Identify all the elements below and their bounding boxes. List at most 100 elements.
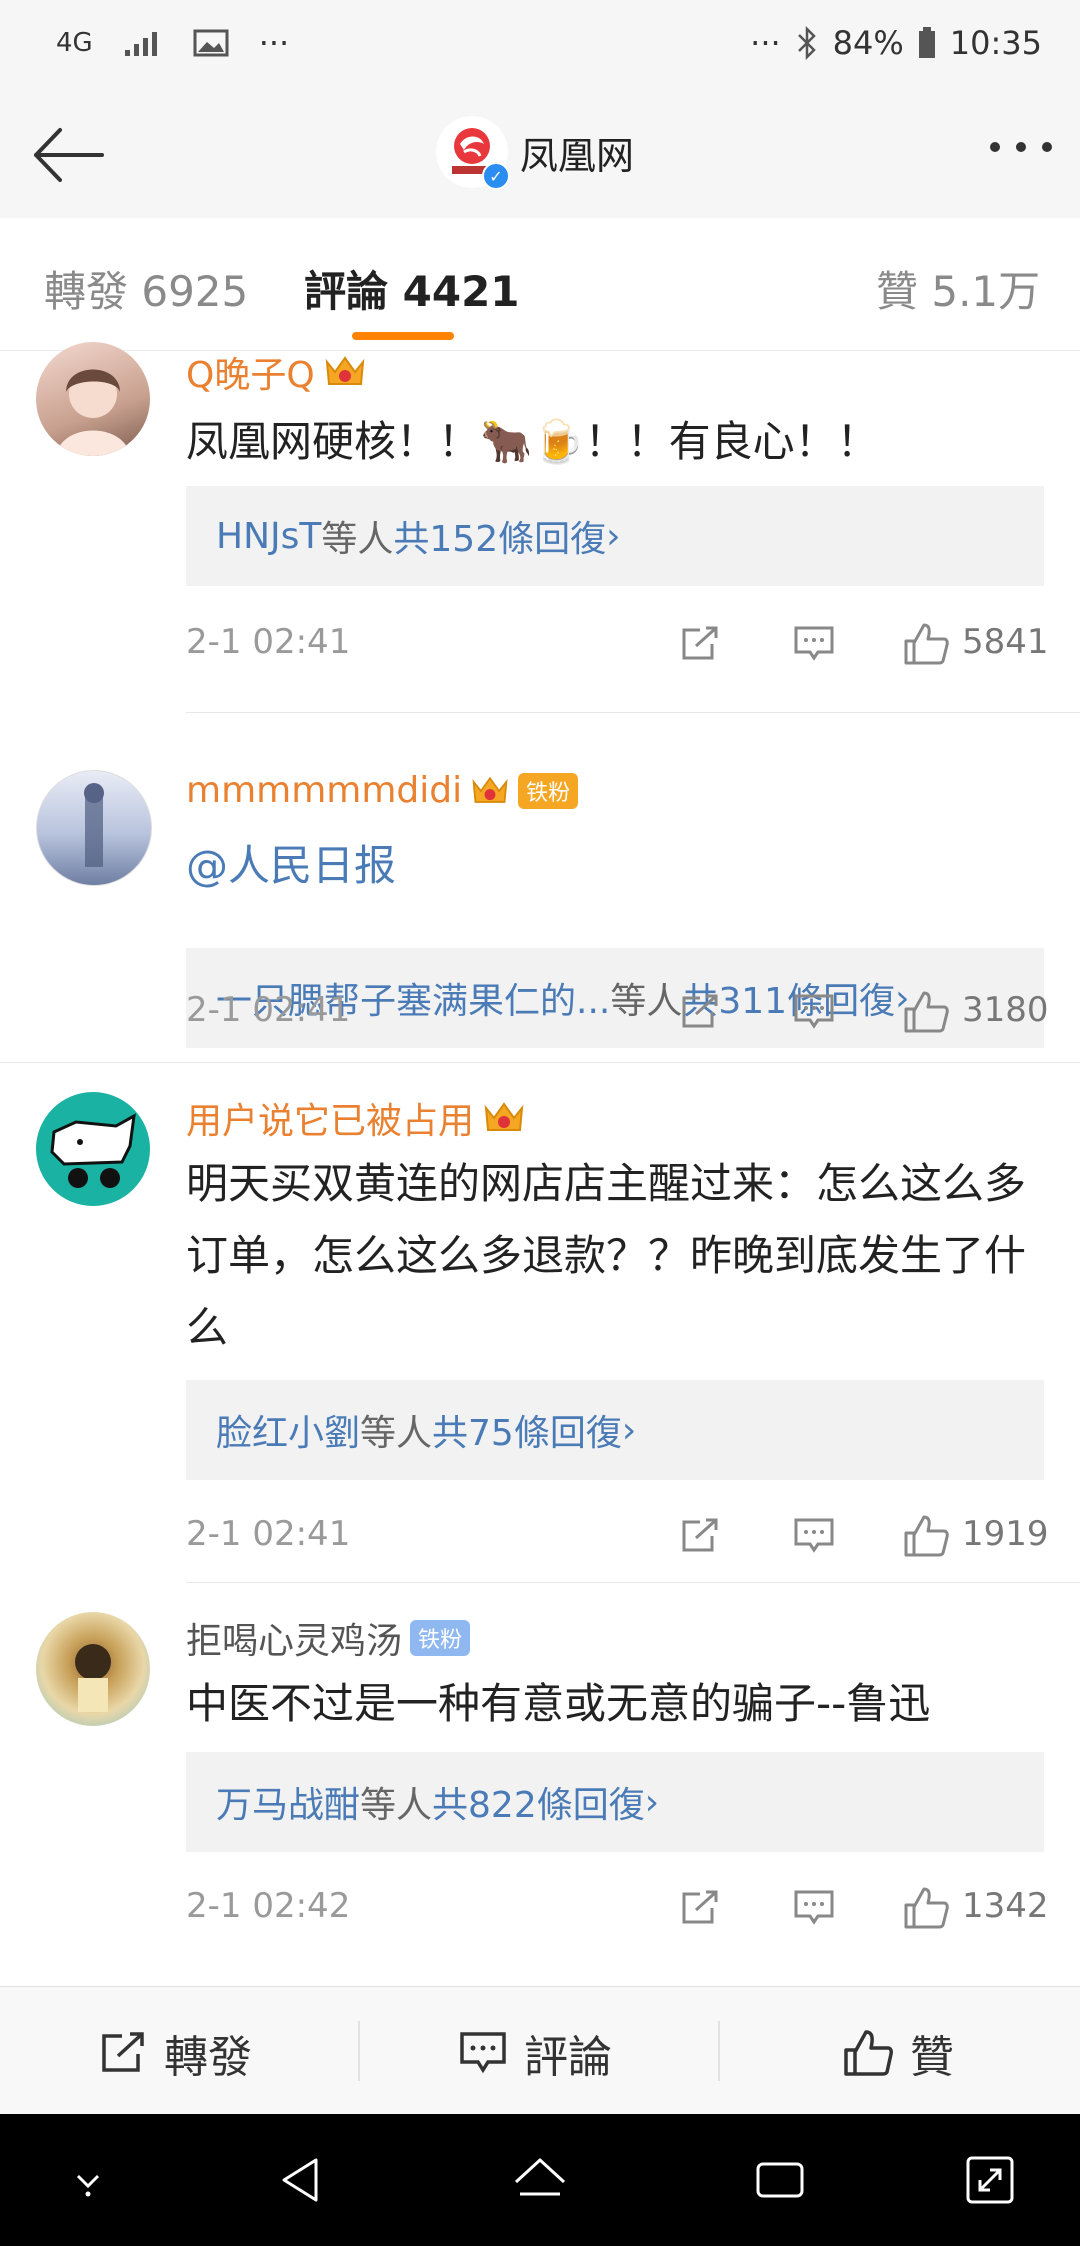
comment-meta-2: 2-1 02:41 3180 <box>186 982 1049 1042</box>
timestamp: 2-1 02:41 <box>186 1514 351 1554</box>
like-count: 1342 <box>962 1886 1049 1926</box>
username[interactable]: mmmmmmdidi <box>186 770 462 811</box>
chevron-down-icon[interactable] <box>56 2148 120 2212</box>
timestamp: 2-1 02:41 <box>186 990 351 1030</box>
comment-label: 評論 <box>524 2032 612 2083</box>
divider <box>358 2021 360 2081</box>
tab-bar: 轉發 6925 評論 4421 贊 5.1万 <box>0 218 1080 351</box>
comment-text: 中医不过是一种有意或无意的骗子--鲁迅 <box>186 1679 931 1728</box>
comment-text-mention[interactable]: @人民日报 <box>186 830 1046 902</box>
reply-user[interactable]: 万马战酣 <box>216 1776 360 1828</box>
comment-icon <box>460 2032 506 2074</box>
battery-icon <box>918 27 935 58</box>
dot <box>1016 142 1026 152</box>
more-dots-icon: ··· <box>258 24 290 62</box>
repost-icon[interactable] <box>670 982 730 1042</box>
like-count: 5841 <box>962 622 1049 662</box>
divider <box>718 2021 720 2081</box>
avatar[interactable] <box>36 1612 150 1726</box>
account-avatar[interactable]: ✓ <box>436 116 510 190</box>
avatar-dog-icon <box>50 1113 136 1188</box>
expand-icon[interactable] <box>958 2148 1022 2212</box>
like-icon[interactable] <box>896 614 956 674</box>
comment-text: 凤凰网硬核！！🐂🍺！！有良心！！ <box>186 417 879 466</box>
bluetooth-icon <box>797 26 816 60</box>
avatar-portrait-icon <box>56 369 130 456</box>
comment-icon[interactable] <box>784 1878 844 1938</box>
username[interactable]: Q晚子Q <box>186 346 315 398</box>
repost-icon[interactable] <box>670 614 730 674</box>
username-row: mmmmmmdidi 铁粉 <box>186 770 579 811</box>
timestamp: 2-1 02:41 <box>186 622 351 662</box>
network-label: 4G <box>56 28 93 58</box>
avatar[interactable] <box>36 770 152 886</box>
comment-meta: 2-1 02:42 1342 <box>186 1878 1049 1938</box>
comment-button[interactable]: 評論 <box>458 2021 612 2085</box>
like-icon[interactable] <box>896 982 956 1042</box>
comment-icon[interactable] <box>784 1506 844 1566</box>
repost-label: 轉發 <box>164 2032 252 2083</box>
tab-comments[interactable]: 評論 4421 <box>304 258 520 319</box>
reply-user[interactable]: HNJsT <box>216 516 321 557</box>
reply-mid: 等人 <box>321 519 394 560</box>
replies-summary[interactable]: 脸红小劉 等人 共75條回復 › <box>186 1380 1044 1480</box>
avatar-figure-icon <box>84 783 104 867</box>
repost-button[interactable]: 轉發 <box>98 2021 252 2085</box>
more-options-button[interactable] <box>990 142 1052 152</box>
tab-likes[interactable]: 贊 5.1万 <box>876 258 1040 319</box>
like-icon[interactable] <box>896 1506 956 1566</box>
username[interactable]: 拒喝心灵鸡汤 <box>186 1612 402 1664</box>
active-tab-indicator <box>352 332 454 340</box>
chevron-right-icon: › <box>644 1781 660 1823</box>
reply-count[interactable]: 共822條回復 <box>432 1776 645 1828</box>
gallery-icon <box>193 29 229 57</box>
like-button[interactable]: 贊 <box>842 2021 954 2085</box>
fan-badge: 铁粉 <box>518 772 579 809</box>
avatar[interactable] <box>36 342 150 456</box>
avatar[interactable] <box>36 1092 150 1206</box>
dot <box>990 142 1000 152</box>
account-name: 凤凰网 <box>520 133 635 178</box>
dot <box>1042 142 1052 152</box>
reply-user[interactable]: 脸红小劉 <box>216 1404 360 1456</box>
back-triangle-icon[interactable] <box>270 2148 334 2212</box>
account-header[interactable]: ✓ 凤凰网 <box>436 116 635 190</box>
comment-item: 用户说它已被占用 明天买双黄连的网店店主醒过来：怎么这么多订单，怎么这么多退款？… <box>0 1062 1080 1582</box>
tab-reposts[interactable]: 轉發 6925 <box>44 258 248 319</box>
back-arrow-icon[interactable] <box>30 120 106 190</box>
status-bar: 4G ··· ··· 84% 10:35 <box>0 0 1080 92</box>
comment-icon[interactable] <box>784 614 844 674</box>
like-icon <box>844 2030 893 2076</box>
vip-crown-icon <box>472 776 508 803</box>
reply-count[interactable]: 共152條回復 <box>393 510 606 562</box>
comment-text: 明天买双黄连的网店店主醒过来：怎么这么多订单，怎么这么多退款？？昨晚到底发生了什… <box>186 1159 1027 1352</box>
reply-count[interactable]: 共75條回復 <box>432 1404 622 1456</box>
username-row: Q晚子Q <box>186 346 367 398</box>
repost-icon <box>102 2032 144 2072</box>
signal-icon <box>124 32 157 56</box>
repost-icon[interactable] <box>670 1506 730 1566</box>
comment-item: 拒喝心灵鸡汤 铁粉 中医不过是一种有意或无意的骗子--鲁迅 万马战酣 等人 共8… <box>0 1582 1080 1956</box>
repost-icon[interactable] <box>670 1878 730 1938</box>
replies-summary[interactable]: HNJsT 等人 共152條回復 › <box>186 486 1044 586</box>
vip-crown-icon <box>325 356 364 385</box>
comment-icon[interactable] <box>784 982 844 1042</box>
verified-badge-icon: ✓ <box>482 162 510 190</box>
like-icon[interactable] <box>896 1878 956 1938</box>
like-count: 1919 <box>962 1514 1049 1554</box>
replies-summary[interactable]: 万马战酣 等人 共822條回復 › <box>186 1752 1044 1852</box>
reply-mid: 等人 <box>360 1413 433 1454</box>
comment-meta: 2-1 02:41 1919 <box>186 1506 1049 1566</box>
username[interactable]: 用户说它已被占用 <box>186 1092 474 1144</box>
recent-apps-icon[interactable] <box>748 2148 812 2212</box>
username-row: 拒喝心灵鸡汤 铁粉 <box>186 1612 471 1664</box>
avatar-illustration-icon <box>75 1644 111 1712</box>
top-nav: ✓ 凤凰网 <box>0 92 1080 219</box>
comment-meta: 2-1 02:41 5841 <box>186 614 1049 674</box>
system-nav-bar <box>0 2114 1080 2246</box>
battery-percent: 84% <box>832 24 904 62</box>
username-row: 用户说它已被占用 <box>186 1092 526 1144</box>
home-icon[interactable] <box>508 2148 572 2212</box>
fan-badge: 铁粉 <box>410 1620 471 1656</box>
like-label: 贊 <box>910 2032 954 2083</box>
